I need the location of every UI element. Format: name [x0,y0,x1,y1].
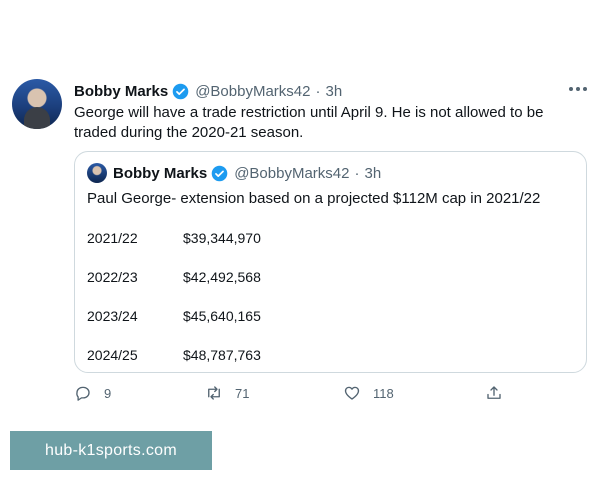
more-options-icon[interactable] [568,80,588,96]
quoted-author-avatar [87,163,107,183]
share-icon [487,386,501,399]
salary-row: 2024/25 $48,787,763 [87,347,261,363]
reply-icon [76,386,90,401]
salary-season: 2023/24 [87,308,138,324]
heart-icon [344,386,360,400]
salary-row: 2023/24 $45,640,165 [87,308,261,324]
author-handle[interactable]: @BobbyMarks42 [195,83,310,100]
salary-amount: $39,344,970 [183,230,261,246]
quoted-tweet-time: 3h [364,164,382,182]
share-button[interactable] [485,384,515,402]
tweet-text: George will have a trade restriction unt… [74,104,544,141]
salary-amount: $42,492,568 [183,269,261,285]
like-count: 118 [373,385,394,401]
salary-row: 2022/23 $42,492,568 [87,269,261,285]
tweet-actions: 9 71 118 [74,384,554,406]
retweet-icon [208,386,220,400]
quoted-tweet-text: Paul George- extension based on a projec… [87,190,541,207]
author-name[interactable]: Bobby Marks [74,83,168,100]
reply-count: 9 [104,385,112,401]
tweet-time[interactable]: 3h [325,83,342,100]
retweet-button[interactable]: 71 [205,384,249,402]
retweet-count: 71 [235,385,250,401]
quoted-author-handle: @BobbyMarks42 [234,164,350,182]
salary-amount: $48,787,763 [183,347,261,363]
salary-season: 2024/25 [87,347,138,363]
tweet-header: Bobby Marks @BobbyMarks42 · 3h [74,80,342,102]
salary-season: 2021/22 [87,230,138,246]
like-button[interactable]: 118 [343,384,394,402]
reply-button[interactable]: 9 [74,384,111,402]
salary-season: 2022/23 [87,269,138,285]
salary-amount: $45,640,165 [183,308,261,324]
quoted-header-separator: · [354,164,360,182]
author-avatar[interactable] [12,79,62,129]
watermark: hub-k1sports.com [10,431,212,470]
quoted-tweet[interactable]: Bobby Marks @BobbyMarks42 · 3h Paul Geor… [74,151,587,373]
header-separator: · [315,82,321,100]
verified-badge-icon [211,165,228,181]
verified-badge-icon [172,83,189,99]
quoted-author-name: Bobby Marks [113,164,208,182]
salary-row: 2021/22 $39,344,970 [87,230,261,246]
quoted-tweet-header: Bobby Marks @BobbyMarks42 · 3h [87,163,381,183]
